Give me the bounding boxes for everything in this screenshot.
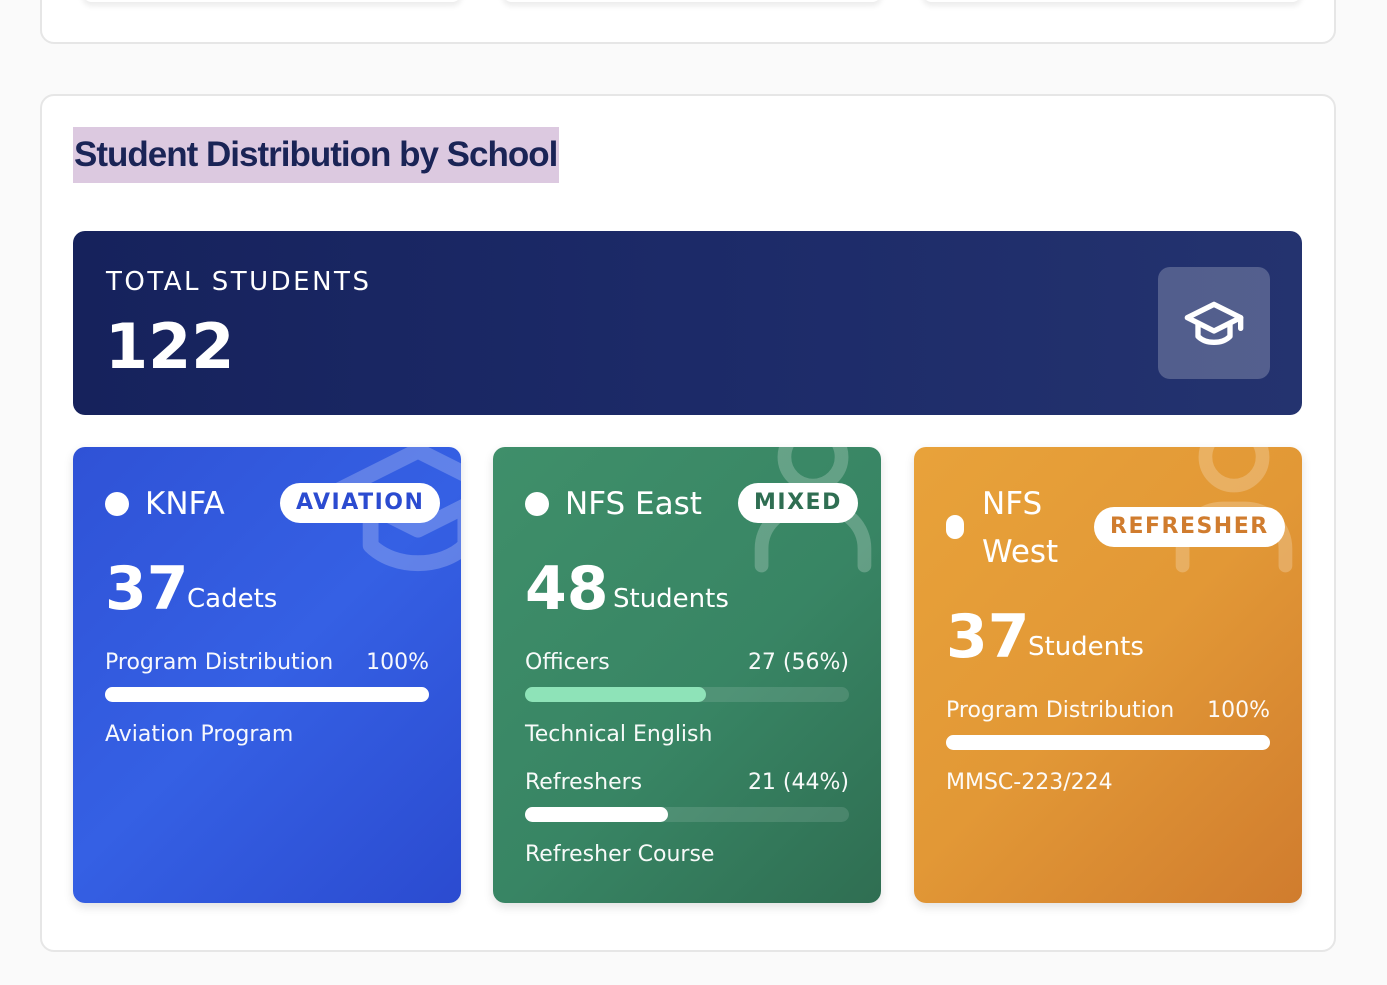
refreshers-bar: [525, 807, 849, 822]
program-name: Aviation Program: [105, 722, 294, 747]
total-icon-box: [1158, 267, 1270, 379]
status-dot: [525, 492, 549, 516]
school-type-badge: AVIATION: [280, 483, 441, 523]
graduation-cap-icon: [1184, 301, 1244, 345]
total-students-label: TOTAL STUDENTS: [106, 267, 372, 297]
school-name-line2: West: [982, 534, 1059, 570]
refreshers-program: Refresher Course: [525, 842, 715, 867]
student-count: 48: [525, 554, 609, 624]
student-unit: Students: [1028, 632, 1144, 662]
previous-panel-card: [82, 0, 462, 2]
distribution-value: 100%: [366, 650, 429, 675]
officers-value: 27 (56%): [747, 650, 849, 675]
officers-program: Technical English: [525, 722, 713, 747]
school-name: NFS East: [565, 486, 702, 522]
school-card-knfa[interactable]: KNFA AVIATION 37 Cadets Program Distribu…: [73, 447, 461, 903]
refreshers-bar-fill: [525, 807, 668, 822]
distribution-label: Program Distribution: [946, 698, 1175, 723]
refreshers-value: 21 (44%): [747, 770, 849, 795]
status-dot: [105, 492, 129, 516]
officers-bar: [525, 687, 849, 702]
refreshers-label: Refreshers: [525, 770, 643, 795]
total-students-banner: TOTAL STUDENTS 122: [73, 231, 1302, 415]
status-dot: [946, 515, 964, 539]
student-unit: Students: [613, 584, 729, 614]
student-count: 37: [946, 602, 1030, 672]
officers-label: Officers: [525, 650, 610, 675]
distribution-bar-fill: [946, 735, 1270, 750]
previous-panel-card: [922, 0, 1302, 2]
distribution-bar: [105, 687, 429, 702]
school-name-line1: NFS: [982, 486, 1043, 522]
school-type-badge: REFRESHER: [1094, 507, 1285, 547]
total-students-value: 122: [105, 310, 235, 383]
student-unit: Cadets: [187, 584, 278, 614]
program-name: MMSC-223/224: [946, 770, 1113, 795]
officers-bar-fill: [525, 687, 707, 702]
section-title: Student Distribution by School: [73, 127, 559, 183]
previous-panel: [40, 0, 1336, 44]
distribution-value: 100%: [1207, 698, 1270, 723]
school-card-nfs-west[interactable]: NFS West REFRESHER 37 Students Program D…: [914, 447, 1302, 903]
distribution-label: Program Distribution: [105, 650, 334, 675]
school-name: KNFA: [145, 486, 225, 522]
distribution-bar: [946, 735, 1270, 750]
school-card-nfs-east[interactable]: NFS East MIXED 48 Students Officers 27 (…: [493, 447, 881, 903]
school-type-badge: MIXED: [738, 483, 858, 523]
previous-panel-card: [502, 0, 882, 2]
student-count: 37: [105, 554, 189, 624]
distribution-bar-fill: [105, 687, 429, 702]
